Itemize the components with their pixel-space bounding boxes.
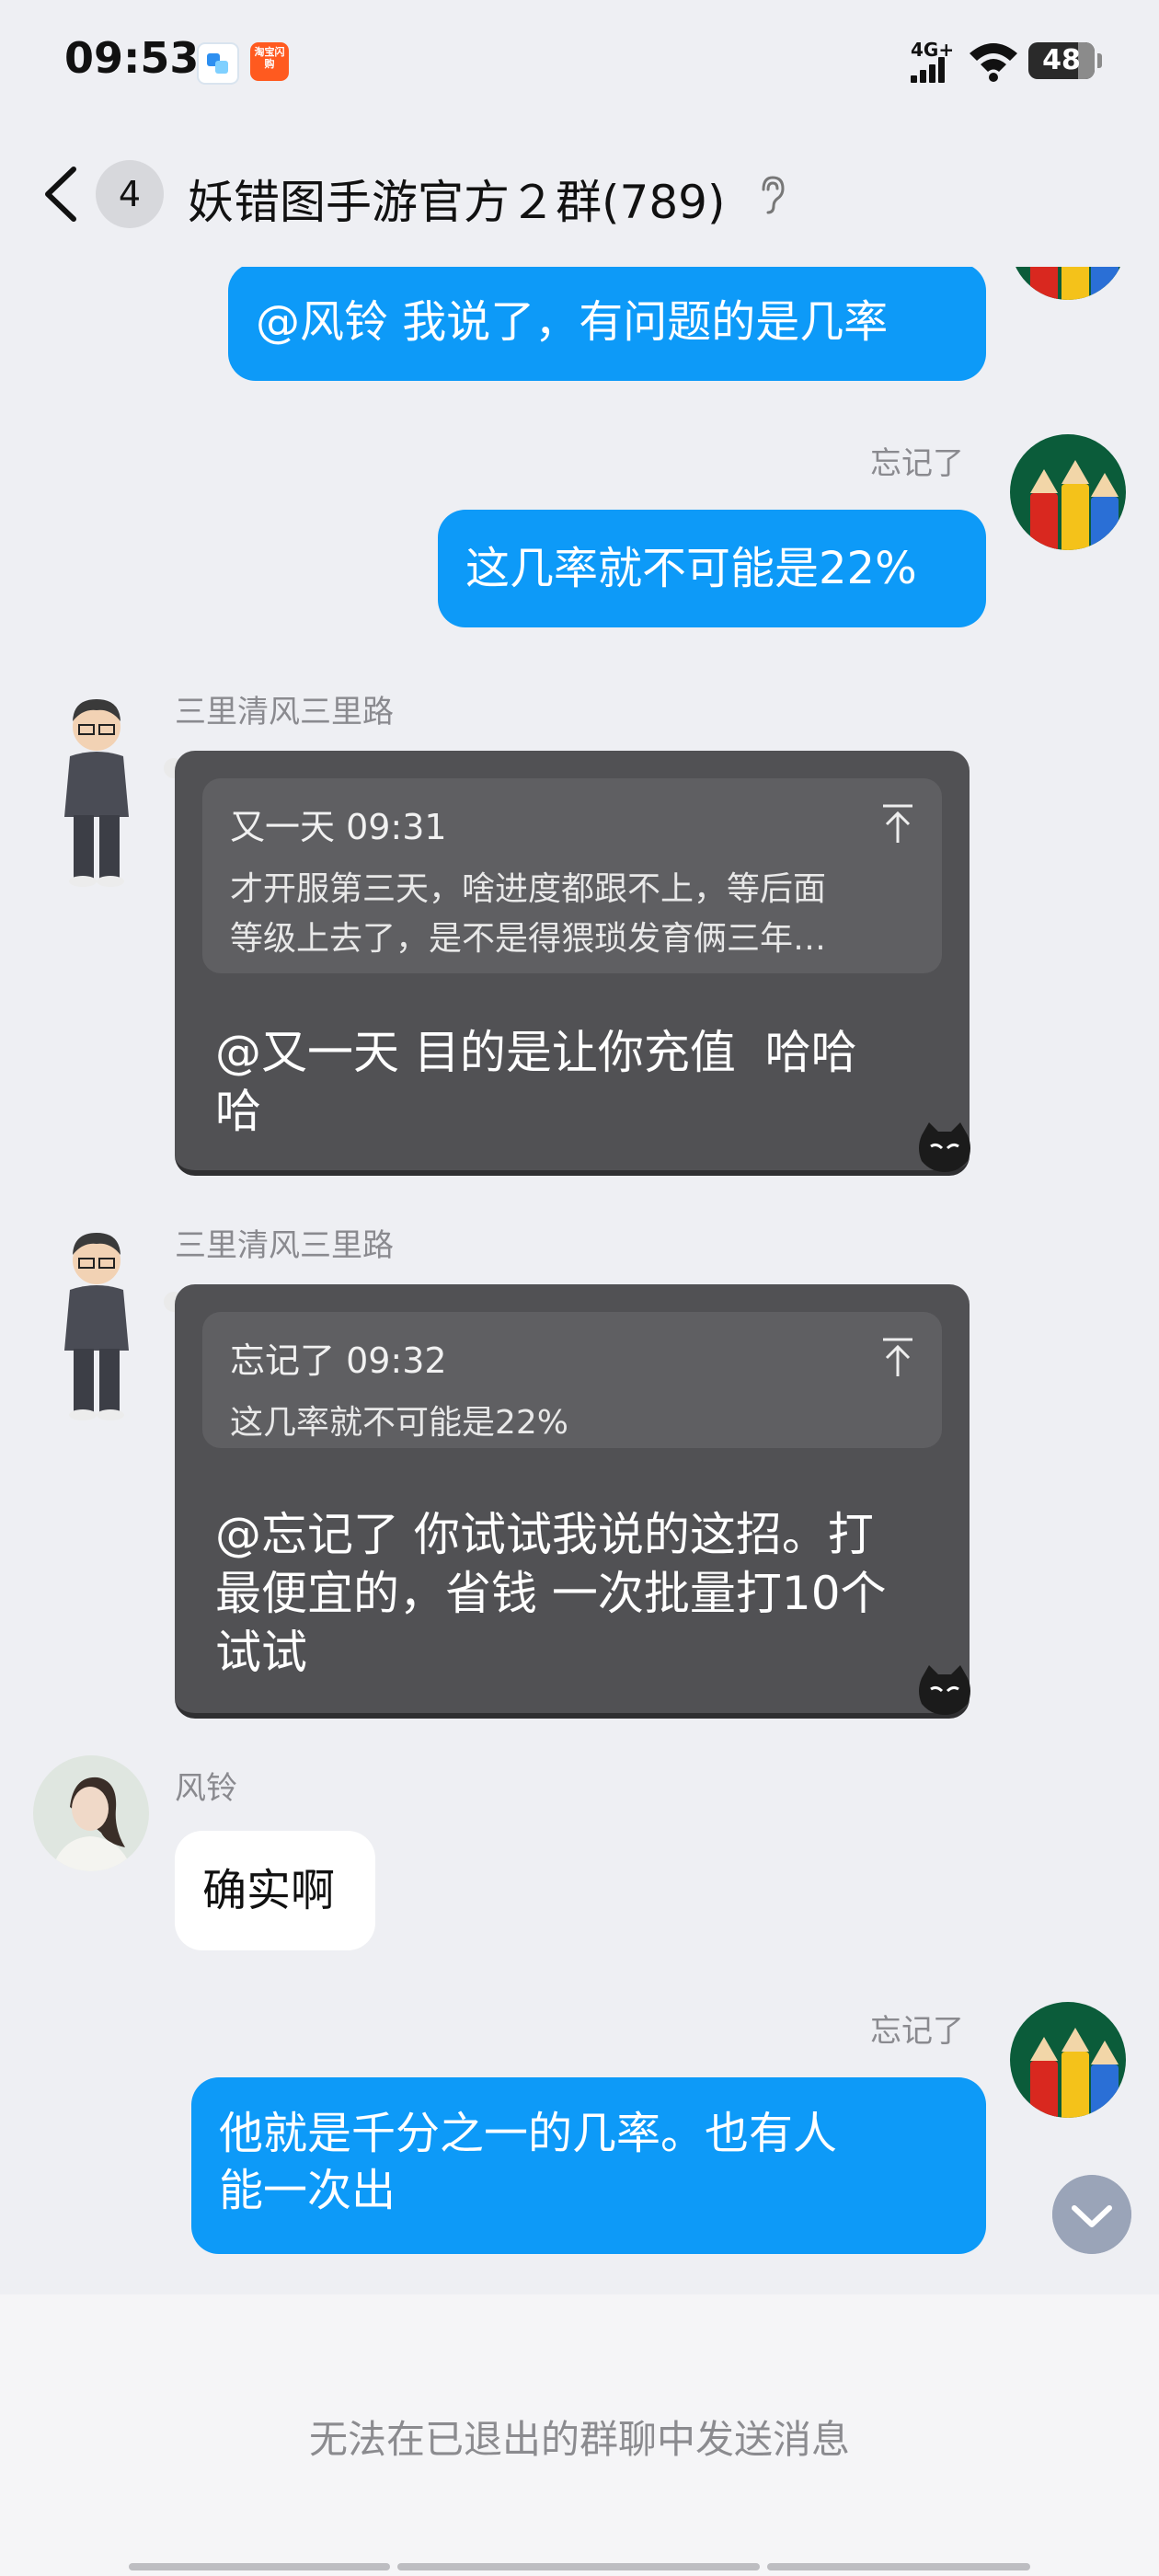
jump-to-original-icon[interactable] (879, 1336, 916, 1380)
message-text: @又一天 目的是让你充值 哈哈 哈 (215, 1026, 857, 1138)
quote-author-time: 又一天 09:31 (230, 807, 447, 847)
sender-name: 风铃 (175, 1770, 237, 1807)
status-bar: 09:53 淘宝闪购 4G+ 48 (0, 0, 1159, 129)
signal-icon (911, 57, 953, 83)
gesture-bar (767, 2563, 1030, 2570)
battery-level: 48 (1042, 44, 1081, 76)
quote-author-time: 忘记了 09:32 (230, 1340, 447, 1381)
scroll-down-icon[interactable] (1052, 2175, 1131, 2254)
taobao-flash-icon: 淘宝闪购 (250, 42, 289, 81)
disabled-input-notice: 无法在已退出的群聊中发送消息 (308, 2417, 850, 2462)
sender-name: 忘记了 (870, 445, 964, 482)
back-icon[interactable] (40, 164, 86, 224)
gesture-bar (397, 2563, 760, 2570)
avatar[interactable] (1010, 434, 1126, 550)
ear-icon[interactable] (758, 175, 786, 215)
app-notification-icon (197, 42, 239, 85)
robot-sticker-icon (919, 1665, 970, 1715)
quote-text: 才开服第三天，啥进度都跟不上，等后面 等级上去了，是不是得猥琐发育俩三年… (230, 870, 827, 958)
chat-title[interactable]: 妖错图手游官方２群(789) (188, 166, 725, 232)
sender-name: 三里清风三里路 (175, 1227, 394, 1264)
quote-text: 这几率就不可能是22% (230, 1404, 569, 1442)
message-bubble[interactable]: 确实啊 (175, 1831, 375, 1950)
avatar[interactable] (46, 688, 147, 891)
status-time: 09:53 (64, 33, 200, 83)
unread-count-badge[interactable]: 4 (96, 160, 164, 228)
jump-to-original-icon[interactable] (879, 802, 916, 846)
message-bubble[interactable]: 他就是千分之一的几率。也有人 能一次出 (191, 2077, 986, 2254)
message-card[interactable]: 忘记了 09:32 这几率就不可能是22% @忘记了 你试试我说的这招。打 最便… (175, 1284, 970, 1719)
message-card[interactable]: 又一天 09:31 才开服第三天，啥进度都跟不上，等后面 等级上去了，是不是得猥… (175, 751, 970, 1176)
message-bubble[interactable]: @风铃 我说了，有问题的是几率 (228, 263, 986, 381)
message-text: @忘记了 你试试我说的这招。打 最便宜的，省钱 一次批量打10个 试试 (215, 1508, 887, 1679)
avatar[interactable] (33, 1755, 149, 1871)
message-bubble[interactable]: 这几率就不可能是22% (438, 510, 986, 627)
sender-name: 三里清风三里路 (175, 694, 394, 730)
wifi-icon (970, 43, 1017, 82)
robot-sticker-icon (919, 1122, 970, 1172)
quoted-message[interactable]: 忘记了 09:32 这几率就不可能是22% (202, 1312, 942, 1448)
quoted-message[interactable]: 又一天 09:31 才开服第三天，啥进度都跟不上，等后面 等级上去了，是不是得猥… (202, 778, 942, 973)
gesture-bar (129, 2563, 390, 2570)
sender-name: 忘记了 (870, 2013, 964, 2050)
battery-icon: 48 (1028, 42, 1102, 79)
avatar[interactable] (1010, 2002, 1126, 2118)
avatar[interactable] (46, 1222, 147, 1424)
